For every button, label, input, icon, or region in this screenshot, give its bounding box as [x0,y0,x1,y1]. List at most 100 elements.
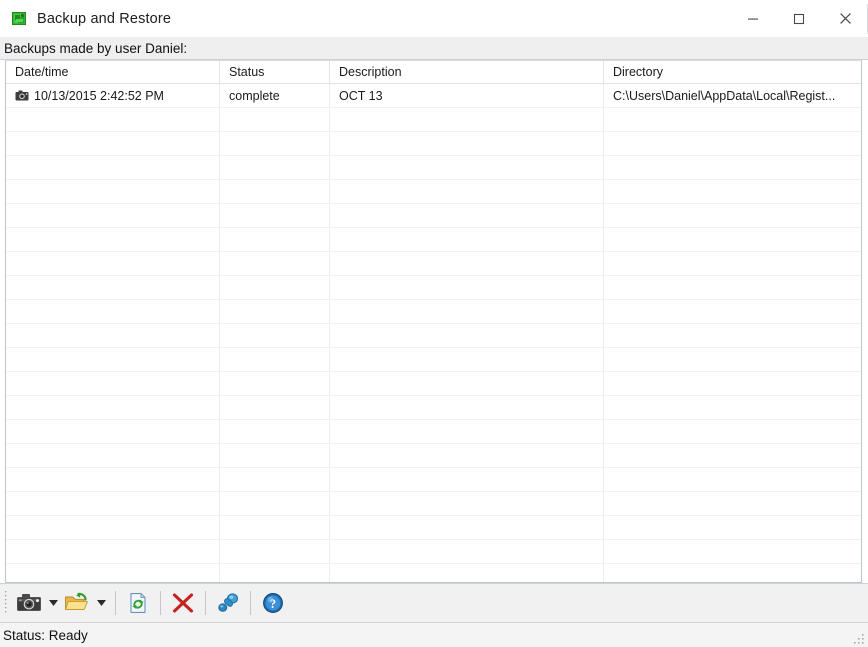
cell-empty [220,564,330,582]
backups-caption-label: Backups made by user Daniel: [4,41,187,56]
minimize-button[interactable] [730,0,776,37]
table-row[interactable]: 10/13/2015 2:42:52 PM complete OCT 13 C:… [6,84,861,108]
cell-datetime: 10/13/2015 2:42:52 PM [6,84,220,107]
table-row-empty[interactable] [6,132,861,156]
backup-dropdown-button[interactable] [45,587,61,619]
pin-button[interactable] [212,587,244,619]
open-folder-icon [64,592,90,614]
cell-empty [330,276,604,299]
cell-empty [330,228,604,251]
table-row-empty[interactable] [6,396,861,420]
table-row-empty[interactable] [6,228,861,252]
camera-icon [16,592,42,614]
window-controls [730,0,868,37]
table-row-empty[interactable] [6,348,861,372]
table-row-empty[interactable] [6,300,861,324]
close-icon [839,12,852,25]
cell-empty [6,132,220,155]
maximize-button[interactable] [776,0,822,37]
backups-caption-strip: Backups made by user Daniel: [0,37,868,60]
cell-empty [604,540,861,563]
cell-empty [330,372,604,395]
cell-empty [604,516,861,539]
backups-listview[interactable]: Date/time Status Description Directory [5,60,862,583]
cell-empty [6,516,220,539]
table-row-empty[interactable] [6,180,861,204]
listview-container: Date/time Status Description Directory [0,60,868,583]
cell-empty [604,204,861,227]
cell-empty [6,492,220,515]
table-row-empty[interactable] [6,252,861,276]
cell-empty [604,420,861,443]
cell-empty [6,444,220,467]
cell-status: complete [220,84,330,107]
cell-empty [6,396,220,419]
backup-and-restore-window: Backup and Restore Bac [0,0,868,647]
window-title: Backup and Restore [37,11,171,27]
table-row-empty[interactable] [6,420,861,444]
table-row-empty[interactable] [6,276,861,300]
cell-empty [6,276,220,299]
cell-empty [330,348,604,371]
column-header-datetime[interactable]: Date/time [6,61,220,83]
cell-empty [330,492,604,515]
cell-empty [604,132,861,155]
cell-empty [6,228,220,251]
close-button[interactable] [822,0,868,37]
titlebar: Backup and Restore [0,0,868,37]
cell-empty [220,276,330,299]
cell-empty [6,324,220,347]
table-row-empty[interactable] [6,204,861,228]
cell-empty [220,300,330,323]
cell-empty [6,252,220,275]
cell-empty [220,516,330,539]
column-header-status[interactable]: Status [220,61,330,83]
table-row-empty[interactable] [6,492,861,516]
cell-empty [220,372,330,395]
help-button[interactable]: ? [257,587,289,619]
cell-directory: C:\Users\Daniel\AppData\Local\Regist... [604,84,861,107]
toolbar-separator-3 [205,591,206,615]
column-header-directory[interactable]: Directory [604,61,861,83]
backup-button[interactable] [13,587,45,619]
cell-empty [330,300,604,323]
table-row-empty[interactable] [6,564,861,582]
restore-dropdown-button[interactable] [93,587,109,619]
table-row-empty[interactable] [6,156,861,180]
restore-button[interactable] [61,587,93,619]
statusbar: Status: Ready [0,623,868,647]
table-row-empty[interactable] [6,108,861,132]
chevron-down-icon [97,600,106,606]
table-row-empty[interactable] [6,540,861,564]
resize-grip-icon[interactable] [852,632,866,646]
table-row-empty[interactable] [6,468,861,492]
table-row-empty[interactable] [6,516,861,540]
cell-empty [220,108,330,131]
cell-empty [330,540,604,563]
listview-body[interactable]: 10/13/2015 2:42:52 PM complete OCT 13 C:… [6,84,861,582]
toolbar-grip-icon [5,590,9,616]
cell-empty [604,276,861,299]
cell-empty [330,396,604,419]
table-row-empty[interactable] [6,324,861,348]
cell-empty [220,252,330,275]
listview-empty-rows [6,108,861,582]
cell-empty [220,228,330,251]
table-row-empty[interactable] [6,444,861,468]
cell-empty [6,564,220,582]
refresh-page-icon [127,592,149,614]
cell-empty [6,204,220,227]
cell-empty [220,156,330,179]
toolbar-separator-1 [115,591,116,615]
column-header-description[interactable]: Description [330,61,604,83]
toolbar-grip[interactable] [3,589,11,617]
blue-question-icon: ? [261,592,285,614]
cell-empty [604,252,861,275]
cell-empty [604,444,861,467]
cell-empty [330,252,604,275]
chevron-down-icon [49,600,58,606]
cell-empty [6,156,220,179]
table-row-empty[interactable] [6,372,861,396]
delete-button[interactable] [167,587,199,619]
refresh-button[interactable] [122,587,154,619]
